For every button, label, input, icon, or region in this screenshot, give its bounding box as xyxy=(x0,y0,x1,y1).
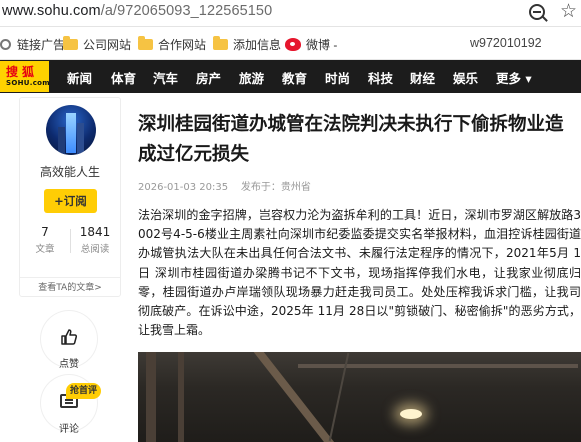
author-sidebar: 高效能人生 +订阅 7 文章 1841 总阅读 查看TA的文章> 点赞 抢首评 … xyxy=(19,93,121,440)
author-card: 高效能人生 +订阅 7 文章 1841 总阅读 查看TA的文章> xyxy=(19,97,121,297)
view-author-articles-link[interactable]: 查看TA的文章> xyxy=(20,277,120,297)
like-label: 点赞 xyxy=(59,359,79,370)
nav-item-tech[interactable]: 科技 xyxy=(368,68,393,87)
bookmark-weibo[interactable]: 微博 - xyxy=(285,36,337,53)
link-icon xyxy=(0,39,11,50)
nav-item-realestate[interactable]: 房产 xyxy=(196,68,221,87)
first-comment-badge: 抢首评 xyxy=(66,383,102,399)
bookmark-label: 公司网站 xyxy=(83,38,132,52)
weibo-icon xyxy=(285,38,301,51)
bookmark-company-sites[interactable]: 公司网站 xyxy=(63,36,131,53)
nav-item-auto[interactable]: 汽车 xyxy=(153,68,178,87)
reads-label: 总阅读 xyxy=(80,244,110,255)
photo-pipe xyxy=(298,364,578,368)
avatar-building xyxy=(77,123,84,155)
url-host: www.sohu.com xyxy=(2,3,101,19)
nav-item-more[interactable]: 更多 ▾ xyxy=(496,68,532,87)
articles-stat: 7 文章 xyxy=(20,225,70,255)
url-path: /a/972065093_122565150 xyxy=(100,3,273,19)
folder-icon xyxy=(213,36,228,50)
publish-source: 发布于：贵州省 xyxy=(240,182,311,193)
bookmark-add-info[interactable]: 添加信息 xyxy=(213,36,281,53)
nav-item-travel[interactable]: 旅游 xyxy=(239,68,264,87)
photo-beam xyxy=(178,352,184,442)
article-title: 深圳桂园街道办城管在法院判决未执行下偷拆物业造成过亿元损失 xyxy=(138,114,564,165)
zoom-icon[interactable] xyxy=(529,4,545,20)
thumbs-up-icon xyxy=(61,329,77,345)
channel-nav: 搜狐 SOHU.com 新闻 体育 汽车 房产 旅游 教育 时尚 科技 财经 娱… xyxy=(0,60,581,93)
comment-label: 评论 xyxy=(59,424,79,435)
article-body: 法治深圳的金字招牌，岂容权力沦为盗拆牟利的工具！近日，深圳市罗湖区解放路3002… xyxy=(138,208,581,338)
avatar-building xyxy=(66,113,76,153)
account-id: w972010192 xyxy=(470,36,542,50)
articles-label: 文章 xyxy=(35,244,55,255)
bookmark-label: 微博 - xyxy=(306,38,338,52)
reads-stat: 1841 总阅读 xyxy=(70,225,120,255)
avatar-building xyxy=(58,127,65,155)
bookmark-partner-sites[interactable]: 合作网站 xyxy=(138,36,206,53)
publish-date: 2026-01-03 20:35 xyxy=(138,182,229,193)
nav-item-entertainment[interactable]: 娱乐 xyxy=(453,68,478,87)
bookmark-label: 添加信息 xyxy=(233,38,282,52)
articles-count: 7 xyxy=(41,225,49,239)
avatar[interactable] xyxy=(46,105,96,155)
bookmarks-bar: 链接广告 公司网站 合作网站 添加信息 微博 - w972010192 xyxy=(0,27,581,60)
article-meta: 2026-01-03 20:35 发布于：贵州省 xyxy=(138,178,311,193)
nav-item-finance[interactable]: 财经 xyxy=(410,68,435,87)
logo-text: 搜狐 xyxy=(6,65,39,79)
author-name[interactable]: 高效能人生 xyxy=(20,163,120,180)
browser-address-bar[interactable]: www.sohu.com/a/972065093_122565150 ☆ xyxy=(0,0,581,27)
nav-item-education[interactable]: 教育 xyxy=(282,68,307,87)
nav-item-fashion[interactable]: 时尚 xyxy=(325,68,350,87)
nav-item-news[interactable]: 新闻 xyxy=(67,68,92,87)
folder-icon xyxy=(63,36,78,50)
logo-domain: SOHU.com xyxy=(6,79,50,87)
folder-icon xyxy=(138,36,153,50)
sohu-logo[interactable]: 搜狐 SOHU.com xyxy=(0,61,50,92)
bookmark-label: 合作网站 xyxy=(158,38,207,52)
photo-lamp xyxy=(400,409,422,419)
photo-beam xyxy=(146,352,156,442)
reads-count: 1841 xyxy=(79,225,111,239)
nav-item-sports[interactable]: 体育 xyxy=(111,68,136,87)
bookmark-link-ads[interactable]: 链接广告 xyxy=(0,36,65,53)
subscribe-button[interactable]: +订阅 xyxy=(44,189,97,213)
article-photo[interactable] xyxy=(138,352,581,442)
url-text[interactable]: www.sohu.com/a/972065093_122565150 xyxy=(2,3,272,19)
bookmark-label: 链接广告 xyxy=(17,38,66,52)
bookmark-star-icon[interactable]: ☆ xyxy=(560,0,577,22)
